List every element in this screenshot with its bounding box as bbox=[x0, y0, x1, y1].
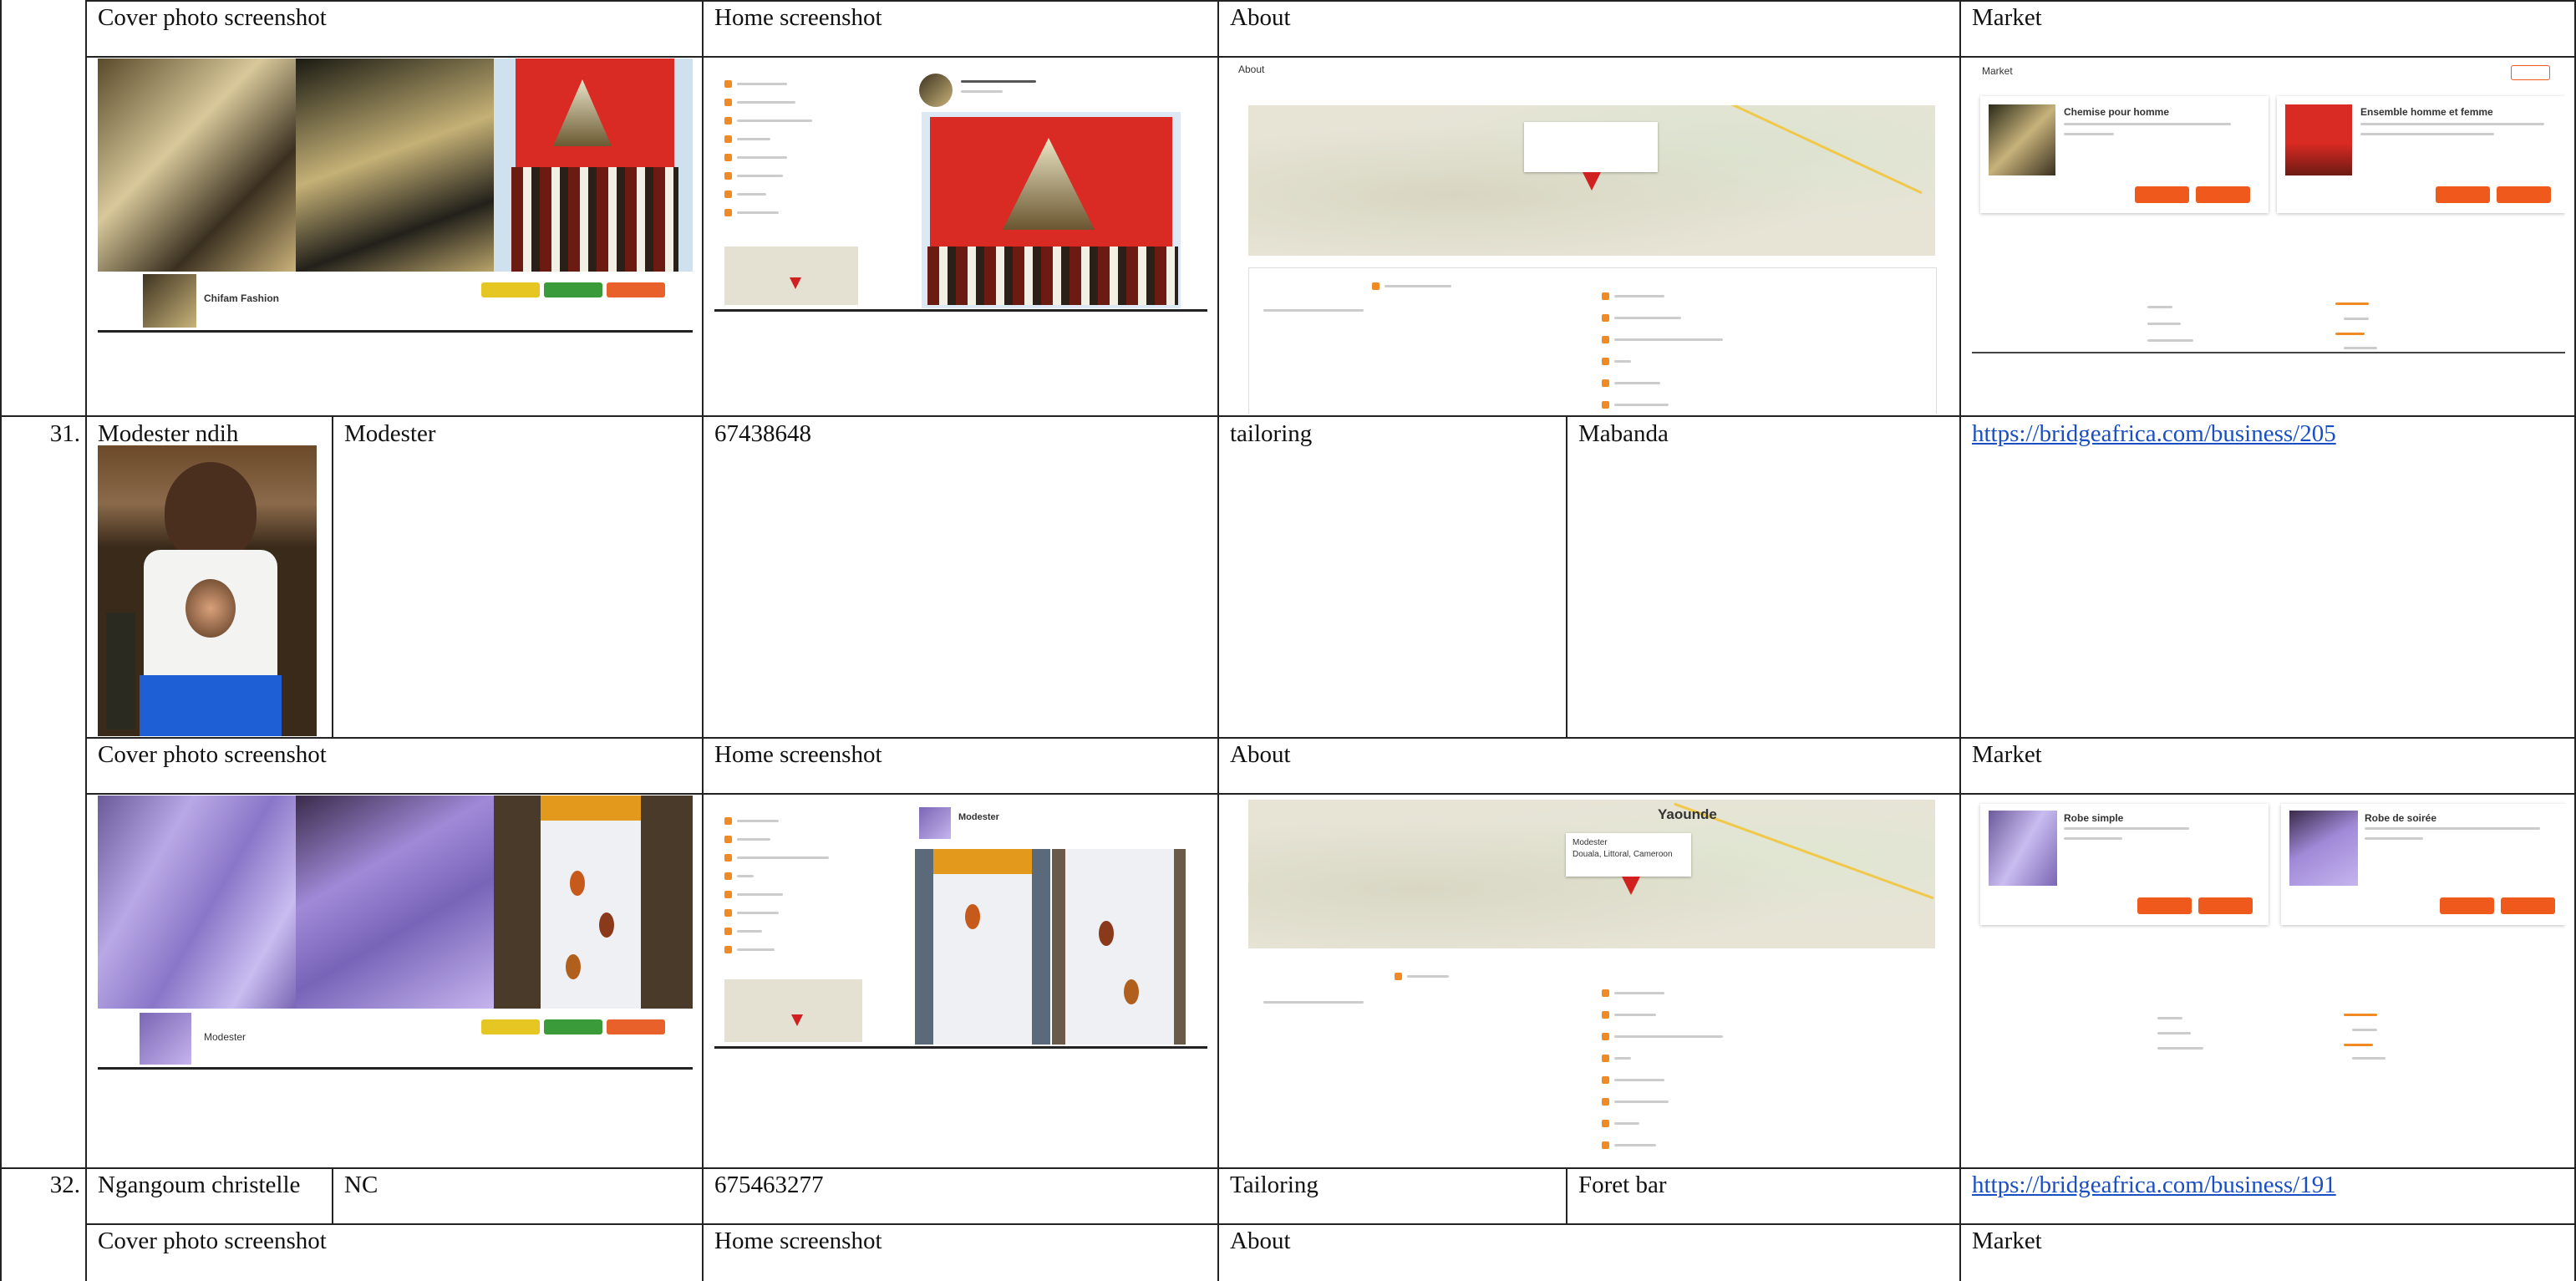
table-border bbox=[1566, 416, 1567, 738]
home-header: Home screenshot bbox=[714, 1228, 882, 1254]
table-border bbox=[85, 737, 2576, 739]
home-screenshot: Modester bbox=[714, 796, 1207, 1050]
product-title: Chemise pour homme bbox=[2064, 106, 2170, 118]
about-screenshot: About bbox=[1230, 58, 1950, 414]
map-city-label: Yaounde bbox=[1658, 806, 1717, 822]
market-header: Market bbox=[1972, 741, 2042, 768]
table-border bbox=[85, 793, 2576, 795]
home-header: Home screenshot bbox=[714, 4, 882, 31]
profile-name: Modester bbox=[204, 1031, 246, 1043]
cover-header: Cover photo screenshot bbox=[98, 4, 327, 31]
profile-name: Chifam Fashion bbox=[204, 292, 280, 304]
map-popup-name: Modester bbox=[1573, 838, 1608, 847]
product-title: Robe de soirée bbox=[2365, 812, 2437, 824]
home-screenshot bbox=[714, 58, 1207, 313]
profile-name: Modester bbox=[958, 812, 999, 822]
business-category: Tailoring bbox=[1230, 1172, 1318, 1198]
table-border bbox=[1217, 0, 1219, 1281]
short-name: Modester bbox=[344, 420, 436, 447]
business-category: tailoring bbox=[1230, 420, 1313, 447]
table-border bbox=[332, 416, 333, 738]
business-name: Ngangoum christelle bbox=[98, 1172, 301, 1198]
table-border bbox=[332, 1168, 333, 1224]
product-title: Ensemble homme et femme bbox=[2360, 106, 2493, 118]
market-screenshot: Robe simple Robe de soirée bbox=[1972, 796, 2565, 1071]
about-header: About bbox=[1230, 1228, 1291, 1254]
row-number: 32. bbox=[49, 1172, 80, 1198]
about-screenshot: Yaounde Modester Douala, Littoral, Camer… bbox=[1230, 796, 1950, 1166]
profile-photo bbox=[98, 445, 317, 736]
table-border bbox=[85, 56, 2576, 58]
market-screenshot: Market Chemise pour homme Ensemble homme… bbox=[1972, 58, 2565, 359]
phone-number: 67438648 bbox=[714, 420, 811, 447]
phone-number: 675463277 bbox=[714, 1172, 824, 1198]
about-header: About bbox=[1230, 4, 1291, 31]
product-title: Robe simple bbox=[2064, 812, 2124, 824]
table-border bbox=[0, 0, 2, 1281]
home-header: Home screenshot bbox=[714, 741, 882, 768]
table-border bbox=[0, 415, 2576, 417]
business-url-link[interactable]: https://bridgeafrica.com/business/205 bbox=[1972, 419, 2336, 448]
table-border bbox=[85, 1223, 2576, 1225]
business-location: Mabanda bbox=[1578, 420, 1669, 447]
cover-screenshot: Modester bbox=[98, 796, 693, 1071]
table-border bbox=[85, 0, 87, 1281]
market-header: Market bbox=[1972, 4, 2042, 31]
table-border bbox=[85, 0, 2576, 2]
about-title: About bbox=[1238, 64, 1265, 75]
cover-screenshot: Chifam Fashion bbox=[98, 58, 693, 334]
table-border bbox=[702, 0, 704, 1281]
cover-header: Cover photo screenshot bbox=[98, 741, 327, 768]
short-name: NC bbox=[344, 1172, 379, 1198]
about-header: About bbox=[1230, 741, 1291, 768]
business-location: Foret bar bbox=[1578, 1172, 1667, 1198]
table-border bbox=[1959, 0, 1961, 1281]
market-header: Market bbox=[1972, 1228, 2042, 1254]
business-name: Modester ndih bbox=[98, 420, 239, 447]
cover-header: Cover photo screenshot bbox=[98, 1228, 327, 1254]
row-number: 31. bbox=[49, 420, 80, 447]
market-title: Market bbox=[1982, 65, 2013, 77]
map-popup-address: Douala, Littoral, Cameroon bbox=[1573, 850, 1673, 859]
table-border bbox=[0, 1167, 2576, 1169]
table-border bbox=[1566, 1168, 1567, 1224]
business-url-link[interactable]: https://bridgeafrica.com/business/191 bbox=[1972, 1171, 2336, 1199]
